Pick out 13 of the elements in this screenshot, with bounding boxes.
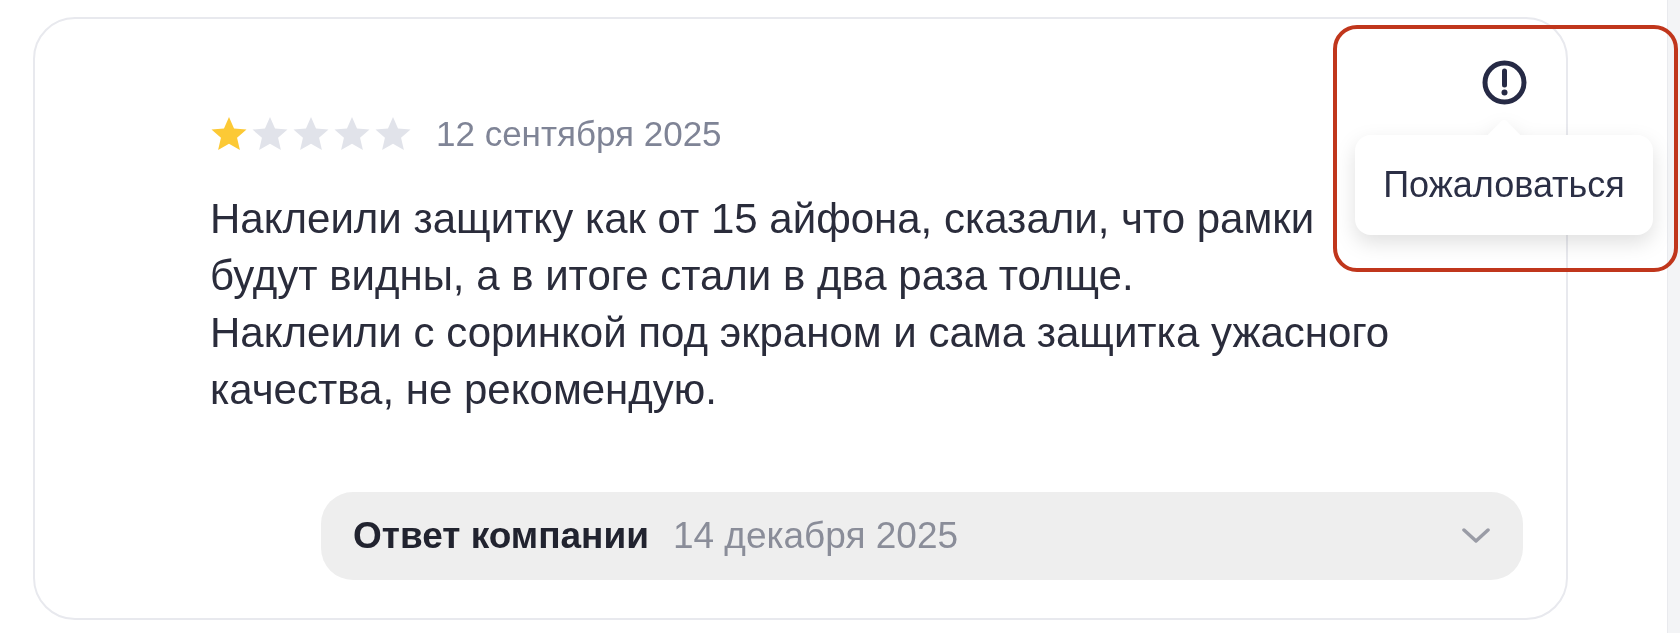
review-text: Наклеили защитку как от 15 айфона, сказали, что рамки будут видны, а в итоге стали в два раза толще.	[210, 194, 1316, 301]
reply-date: 14 декабря 2025	[672, 515, 959, 557]
exclamation-circle-icon[interactable]	[1482, 60, 1527, 105]
star-icon	[292, 115, 330, 152]
star-icon	[251, 115, 289, 152]
chevron-icon	[1462, 528, 1490, 544]
review-text: Наклеили с соринкой под экраном и сама защитка ужасного качества, не рекомендую.	[210, 308, 1391, 415]
star-icon	[210, 115, 248, 152]
company-reply-bar[interactable]: Ответ компании 14 декабря 2025	[321, 492, 1523, 580]
review-date: 12 сентября 2025	[436, 113, 722, 154]
star-icon	[333, 115, 371, 152]
reply-label: Ответ компании	[353, 515, 649, 557]
star-icon	[374, 115, 412, 152]
